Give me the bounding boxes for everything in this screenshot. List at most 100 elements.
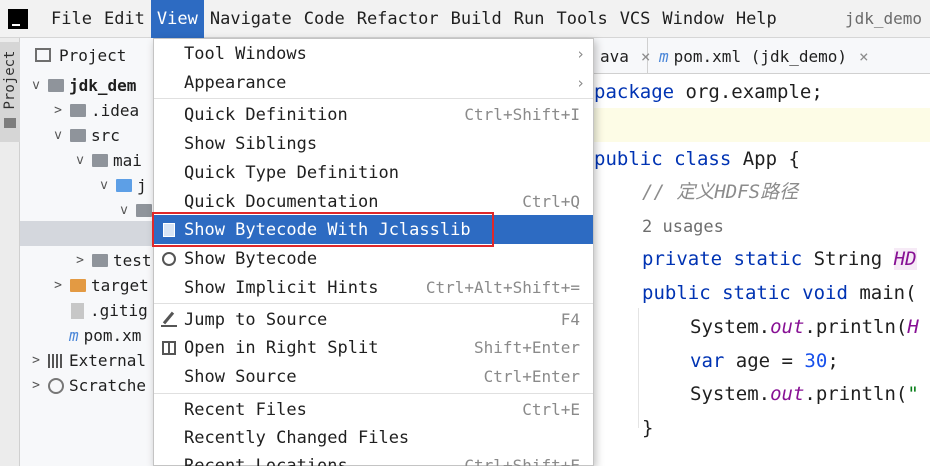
tree-item-test[interactable]: > test xyxy=(72,248,152,273)
chevron-down-icon[interactable]: v xyxy=(28,78,44,93)
tree-item-src[interactable]: v src xyxy=(50,123,120,148)
tree-item-package[interactable]: v xyxy=(116,198,153,223)
folder-icon xyxy=(48,79,64,92)
close-icon[interactable]: × xyxy=(859,47,869,66)
tree-item-label: target xyxy=(91,276,149,295)
tree-item-idea[interactable]: > .idea xyxy=(50,98,139,123)
shortcut-label: Ctrl+Enter xyxy=(483,367,580,386)
chevron-right-icon[interactable]: > xyxy=(28,353,44,368)
tree-item-scratches[interactable]: > Scratche xyxy=(28,373,146,398)
tree-item-root[interactable]: v jdk_dem xyxy=(28,73,136,98)
shortcut-label: F4 xyxy=(560,310,580,329)
menu-build[interactable]: Build xyxy=(445,0,508,38)
menu-item-quick-type-definition[interactable]: Quick Type Definition xyxy=(154,158,593,187)
chevron-down-icon[interactable]: v xyxy=(50,128,66,143)
menu-item-recent-locations[interactable]: Recent Locations Ctrl+Shift+E xyxy=(154,451,593,466)
project-title: jdk_demo xyxy=(844,9,922,28)
menu-item-show-implicit-hints[interactable]: Show Implicit Hints Ctrl+Alt+Shift+= xyxy=(154,273,593,302)
tree-item-label: test xyxy=(113,251,152,270)
shortcut-label: Ctrl+Q xyxy=(522,192,580,211)
tree-item-label: .gitig xyxy=(90,301,148,320)
chevron-down-icon[interactable]: v xyxy=(72,153,88,168)
menu-item-open-in-right-split[interactable]: Open in Right Split Shift+Enter xyxy=(154,333,593,362)
view-dropdown-menu: Tool Windows › Appearance › Quick Defini… xyxy=(152,38,594,466)
scratches-icon xyxy=(48,377,64,394)
chevron-right-icon[interactable]: > xyxy=(72,253,88,268)
project-view-icon xyxy=(35,48,51,62)
code-line-var: var age = 30; xyxy=(690,350,839,372)
project-panel-title: Project xyxy=(59,45,127,65)
menu-file[interactable]: File xyxy=(45,0,98,38)
tree-item-label: src xyxy=(91,126,120,145)
menu-item-quick-definition[interactable]: Quick Definition Ctrl+Shift+I xyxy=(154,100,593,129)
menu-refactor[interactable]: Refactor xyxy=(351,0,445,38)
project-stripe-label: Project xyxy=(2,50,18,110)
indent-guide xyxy=(638,308,639,428)
menu-window[interactable]: Window xyxy=(656,0,729,38)
code-line-comment: // 定义HDFS路径 xyxy=(642,181,799,203)
project-tool-window-button[interactable]: Project xyxy=(0,42,20,142)
menu-item-jump-to-source[interactable]: Jump to Source F4 xyxy=(154,305,593,334)
menu-run[interactable]: Run xyxy=(508,0,551,38)
tab-label: pom.xml (jdk_demo) xyxy=(673,46,848,66)
split-icon xyxy=(162,340,176,355)
tab-app-java[interactable]: ava × xyxy=(592,38,651,74)
folder-icon xyxy=(70,104,86,117)
tree-item-label: j xyxy=(137,176,147,195)
menu-bar: File Edit View Navigate Code Refactor Bu… xyxy=(0,0,930,38)
tab-label: ava xyxy=(600,46,629,66)
menu-item-recently-changed-files[interactable]: Recently Changed Files xyxy=(154,423,593,452)
tree-item-main[interactable]: v mai xyxy=(72,148,142,173)
project-panel-header[interactable]: Project xyxy=(20,38,153,72)
tree-item-target[interactable]: > target xyxy=(50,273,149,298)
tree-item-gitignore[interactable]: .gitig xyxy=(66,298,148,323)
folder-icon xyxy=(92,154,108,167)
code-usages-hint[interactable]: 2 usages xyxy=(642,209,724,243)
menu-code[interactable]: Code xyxy=(298,0,351,38)
source-folder-icon xyxy=(116,179,132,192)
menu-navigate[interactable]: Navigate xyxy=(204,0,298,38)
folder-icon xyxy=(4,118,16,128)
chevron-right-icon[interactable]: > xyxy=(50,278,66,293)
menu-separator xyxy=(154,393,593,394)
code-line-main: public static void main( xyxy=(642,282,917,304)
tree-item-label: Scratche xyxy=(69,376,147,395)
file-icon xyxy=(71,302,84,319)
tree-item-pom[interactable]: m pom.xm xyxy=(66,323,141,348)
chevron-down-icon[interactable]: v xyxy=(96,178,112,193)
code-line-println-2: System.out.println(" xyxy=(690,383,919,405)
menu-item-recent-files[interactable]: Recent Files Ctrl+E xyxy=(154,395,593,424)
tree-item-external-libraries[interactable]: > External xyxy=(28,348,146,373)
tab-pom-xml[interactable]: m pom.xml (jdk_demo) × xyxy=(648,38,877,74)
submenu-arrow-icon: › xyxy=(575,73,585,92)
menu-item-show-siblings[interactable]: Show Siblings xyxy=(154,129,593,158)
tree-item-label: jdk_dem xyxy=(69,76,137,95)
annotation-highlight-box xyxy=(152,212,494,247)
shortcut-label: Ctrl+Alt+Shift+= xyxy=(425,278,580,297)
package-icon xyxy=(136,204,152,217)
chevron-right-icon[interactable]: > xyxy=(50,103,66,118)
menu-item-show-source[interactable]: Show Source Ctrl+Enter xyxy=(154,362,593,391)
menu-help[interactable]: Help xyxy=(730,0,783,38)
menu-separator xyxy=(154,98,593,99)
intellij-logo-icon[interactable] xyxy=(8,8,28,29)
chevron-down-icon[interactable]: v xyxy=(116,203,132,218)
left-tool-stripe: Project xyxy=(0,38,20,466)
menu-item-show-bytecode[interactable]: Show Bytecode xyxy=(154,244,593,273)
tree-item-selected[interactable] xyxy=(20,221,153,246)
menu-edit[interactable]: Edit xyxy=(98,0,151,38)
tree-item-label: pom.xm xyxy=(83,326,142,345)
shortcut-label: Ctrl+Shift+I xyxy=(464,105,580,124)
chevron-right-icon[interactable]: > xyxy=(28,378,44,393)
menu-separator xyxy=(154,303,593,304)
tree-item-java[interactable]: v j xyxy=(96,173,147,198)
code-line-field: private static String HD xyxy=(642,248,917,270)
menu-item-tool-windows[interactable]: Tool Windows › xyxy=(154,39,593,68)
tree-item-label: mai xyxy=(113,151,142,170)
libraries-icon xyxy=(48,353,64,368)
menu-tools[interactable]: Tools xyxy=(551,0,614,38)
shortcut-label: Ctrl+E xyxy=(522,400,580,419)
menu-view[interactable]: View xyxy=(150,0,204,38)
menu-item-appearance[interactable]: Appearance › xyxy=(154,68,593,97)
menu-vcs[interactable]: VCS xyxy=(614,0,657,38)
